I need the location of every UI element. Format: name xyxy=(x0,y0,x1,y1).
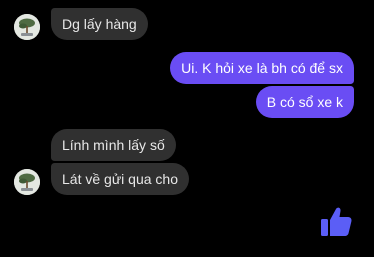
message-text: Lát về gửi qua cho xyxy=(62,171,179,187)
bonsai-avatar-icon xyxy=(14,14,40,40)
outgoing-message-bubble[interactable]: B có sổ xe k xyxy=(255,86,354,118)
outgoing-message-bubble[interactable]: Ui. K hỏi xe là bh có để sx xyxy=(170,52,354,84)
incoming-message-bubble[interactable]: Lính mình lấy số xyxy=(51,129,176,161)
contact-avatar[interactable] xyxy=(14,169,40,195)
message-text: Ui. K hỏi xe là bh có để sx xyxy=(181,60,343,76)
contact-avatar[interactable] xyxy=(14,14,40,40)
incoming-message-bubble[interactable]: Dg lấy hàng xyxy=(51,8,148,40)
message-text: Dg lấy hàng xyxy=(62,16,137,32)
message-thread: Dg lấy hàng Ui. K hỏi xe là bh có để sx … xyxy=(0,0,374,257)
message-text: B có sổ xe k xyxy=(266,94,343,110)
thumbs-up-icon[interactable] xyxy=(318,203,354,239)
bonsai-avatar-icon xyxy=(14,169,40,195)
thumbs-up-glyph xyxy=(321,207,352,236)
message-text: Lính mình lấy số xyxy=(62,137,165,153)
incoming-message-bubble[interactable]: Lát về gửi qua cho xyxy=(51,163,190,195)
